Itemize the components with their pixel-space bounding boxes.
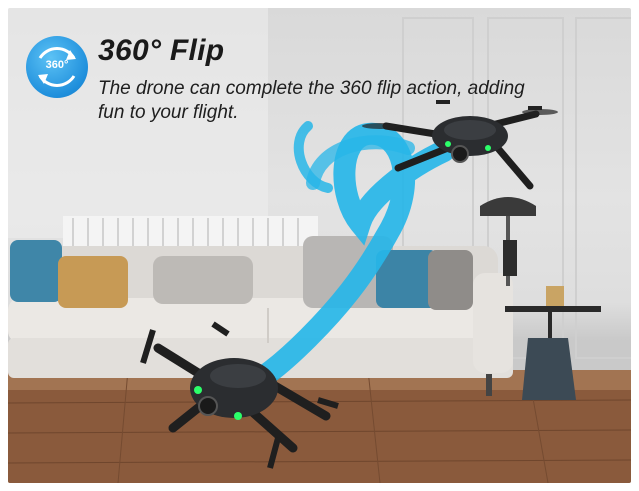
feature-description: The drone can complete the 360 flip acti… [98,78,525,123]
product-banner: 360° 360° Flip The drone can complete th… [8,8,631,483]
badge-label: 360° [45,59,69,71]
feature-title: 360° Flip [98,34,225,67]
rotate-360-icon: 360° [26,36,88,98]
